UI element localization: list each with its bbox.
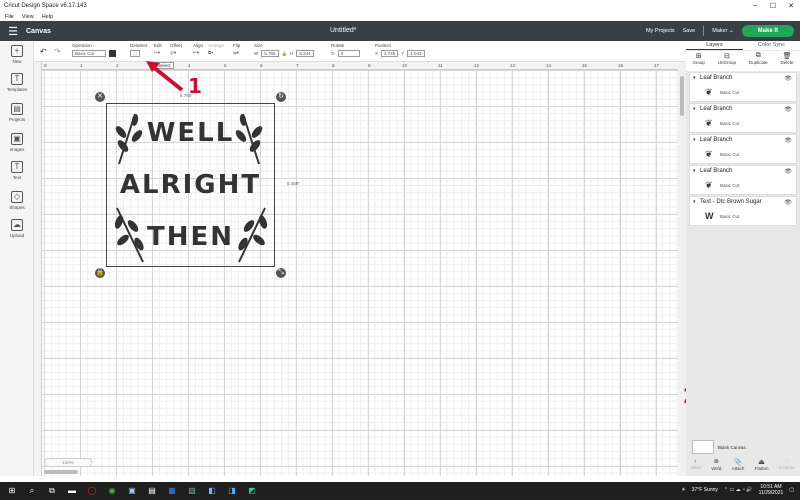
layer-thumbnail: ❦ xyxy=(705,180,713,190)
action-label: Duplicate xyxy=(748,60,768,65)
windows-taskbar: ⊞ ⌕ ⧉ ▬ ◯ ◉ ▣ ▤ ▦ ▧ ◧ ◨ ◩ ☀ 37°F Sunny ⌃… xyxy=(0,482,800,500)
photoshop-icon[interactable]: ◨ xyxy=(227,486,237,496)
annotation-number-1: 1 xyxy=(188,74,202,98)
action-label: Weld xyxy=(711,466,722,471)
annotation-arrows xyxy=(146,61,734,458)
clock[interactable]: 10:51 AM 11/29/2021 xyxy=(759,484,784,496)
attach-button[interactable]: 📎 Attach xyxy=(732,458,745,476)
arrow-one xyxy=(150,64,184,92)
app-icon[interactable]: ▦ xyxy=(167,486,177,496)
layer-item[interactable]: ▾ Leaf Branch 👁 ❦ Basic Cut xyxy=(689,103,797,133)
action-label: Attach xyxy=(731,466,745,471)
layer-item[interactable]: ▾ Text - Dtc Brown Sugar 👁 W Basic Cut xyxy=(689,196,797,226)
action-label: Flatten xyxy=(754,466,769,471)
weather-icon: ☀ xyxy=(681,487,686,493)
layer-thumbnail: ❦ xyxy=(705,87,713,97)
chevron-down-icon[interactable]: ▾ xyxy=(693,199,696,205)
layer-operation: Basic Cut xyxy=(720,121,740,126)
contour-icon: ◌ xyxy=(784,458,789,465)
paperclip-icon: 📎 xyxy=(733,459,743,466)
slice-button[interactable]: ◐ Slice xyxy=(691,458,701,476)
weather-text[interactable]: 37°F Sunny xyxy=(692,487,718,493)
layer-name: Text - Dtc Brown Sugar xyxy=(700,199,762,205)
flatten-icon: ⏏ xyxy=(758,459,765,466)
slice-icon: ◐ xyxy=(693,458,699,465)
layer-item[interactable]: ▾ Leaf Branch 👁 ❦ Basic Cut xyxy=(689,134,797,164)
ungroup-button[interactable]: ⊟ UnGroup xyxy=(718,51,736,71)
duplicate-button[interactable]: ⧉ Duplicate xyxy=(749,51,768,71)
clock-date: 11/29/2021 xyxy=(758,490,784,496)
eye-icon[interactable]: 👁 xyxy=(784,199,792,206)
blank-canvas-label: Blank Canvas xyxy=(718,445,746,450)
duplicate-icon: ⧉ xyxy=(755,52,761,59)
chevron-down-icon[interactable]: ▾ xyxy=(693,75,696,81)
action-label: Slice xyxy=(691,465,701,470)
action-label: UnGroup xyxy=(717,60,737,65)
group-icon: ⊞ xyxy=(695,53,702,60)
bottom-actions: ◐ Slice ⧈ Weld 📎 Attach ⏏ Flatten ◌ Contour xyxy=(686,458,800,476)
weld-button[interactable]: ⧈ Weld xyxy=(711,458,721,476)
layer-item[interactable]: ▾ Leaf Branch 👁 ❦ Basic Cut xyxy=(689,72,797,102)
layer-operation: Basic Cut xyxy=(720,183,740,188)
action-label: Contour xyxy=(778,465,795,470)
delete-button[interactable]: 🗑 Delete xyxy=(781,51,794,71)
layer-thumbnail: W xyxy=(705,211,714,221)
layer-operation: Basic Cut xyxy=(720,152,740,157)
eye-icon[interactable]: 👁 xyxy=(784,75,792,82)
layer-operation: Basic Cut xyxy=(720,90,740,95)
ungroup-icon: ⊟ xyxy=(723,53,730,60)
layer-thumbnail: ❦ xyxy=(705,118,713,128)
blank-canvas-swatch[interactable] xyxy=(692,440,714,454)
weld-icon: ⧈ xyxy=(714,458,719,465)
lightroom-icon[interactable]: ◧ xyxy=(207,486,217,496)
eye-icon[interactable]: 👁 xyxy=(784,137,792,144)
layer-operation: Basic Cut xyxy=(720,214,740,219)
windows-start-icon[interactable]: ⊞ xyxy=(7,486,17,496)
app-icon[interactable]: ▤ xyxy=(147,486,157,496)
file-explorer-icon[interactable]: ▬ xyxy=(67,486,77,496)
layer-name: Leaf Branch xyxy=(700,168,733,174)
cricut-icon[interactable]: ▣ xyxy=(127,486,137,496)
eye-icon[interactable]: 👁 xyxy=(784,168,792,175)
chevron-down-icon[interactable]: ▾ xyxy=(693,137,696,143)
notification-icon[interactable]: ▢ xyxy=(789,487,794,493)
flatten-button[interactable]: ⏏ Flatten xyxy=(755,458,769,476)
task-view-icon[interactable]: ⧉ xyxy=(47,486,57,496)
chevron-down-icon[interactable]: ▾ xyxy=(693,168,696,174)
app-icon[interactable]: ▧ xyxy=(187,486,197,496)
contour-button[interactable]: ◌ Contour xyxy=(779,458,795,476)
search-icon[interactable]: ⌕ xyxy=(27,486,37,496)
layer-item[interactable]: ▾ Leaf Branch 👁 ❦ Basic Cut xyxy=(689,165,797,195)
chrome-icon[interactable]: ◉ xyxy=(107,486,117,496)
layer-name: Leaf Branch xyxy=(700,137,733,143)
tray-icons[interactable]: ⌃ ▭ ☁ ◔ 🔊 xyxy=(724,487,753,493)
layer-name: Leaf Branch xyxy=(700,75,733,81)
eye-icon[interactable]: 👁 xyxy=(784,106,792,113)
trash-icon: 🗑 xyxy=(782,53,792,60)
layer-thumbnail: ❦ xyxy=(705,149,713,159)
action-label: Group xyxy=(692,60,705,65)
chevron-down-icon[interactable]: ▾ xyxy=(693,106,696,112)
opera-icon[interactable]: ◯ xyxy=(87,486,97,496)
group-button[interactable]: ⊞ Group xyxy=(692,51,705,71)
action-label: Delete xyxy=(780,60,794,65)
tab-color-sync[interactable]: Color Sync xyxy=(743,41,800,50)
excel-icon[interactable]: ◩ xyxy=(247,486,257,496)
layer-name: Leaf Branch xyxy=(700,106,733,112)
tab-layers[interactable]: Layers xyxy=(686,41,743,50)
layers-panel: Layers Color Sync ⊞ Group ⊟ UnGroup ⧉ Dupli… xyxy=(686,41,800,476)
